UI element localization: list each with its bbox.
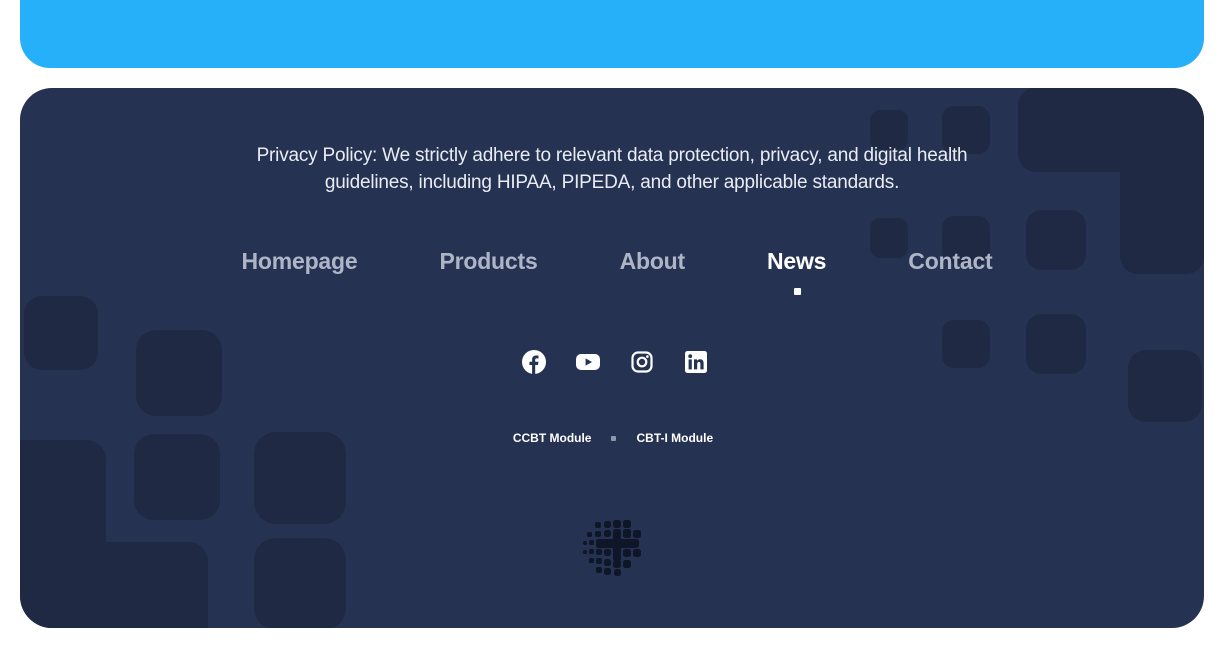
footer-nav: Homepage Products About News Contact	[20, 248, 1204, 295]
youtube-icon[interactable]	[576, 350, 600, 374]
nav-link-homepage[interactable]: Homepage	[241, 248, 357, 275]
instagram-icon[interactable]	[630, 350, 654, 374]
nav-link-contact[interactable]: Contact	[908, 248, 992, 275]
separator-dot	[611, 435, 617, 441]
top-banner	[20, 0, 1204, 68]
facebook-icon[interactable]	[522, 350, 546, 374]
module-link-cbt-i[interactable]: CBT-I Module	[636, 431, 713, 445]
social-links	[20, 350, 1204, 374]
nav-link-news-label: News	[766, 248, 827, 274]
module-link-ccbt[interactable]: CCBT Module	[513, 431, 592, 445]
nav-link-products[interactable]: Products	[439, 248, 537, 275]
medical-cross-dots-logo	[583, 520, 641, 576]
module-links: CCBT Module CBT-I Module	[20, 431, 1204, 445]
privacy-policy-text: Privacy Policy: We strictly adhere to re…	[256, 145, 968, 193]
nav-link-about[interactable]: About	[620, 248, 686, 275]
nav-link-news[interactable]: News	[766, 248, 827, 295]
active-indicator	[793, 288, 801, 295]
site-footer: Privacy Policy: We strictly adhere to re…	[20, 88, 1204, 628]
linkedin-icon[interactable]	[684, 350, 708, 374]
